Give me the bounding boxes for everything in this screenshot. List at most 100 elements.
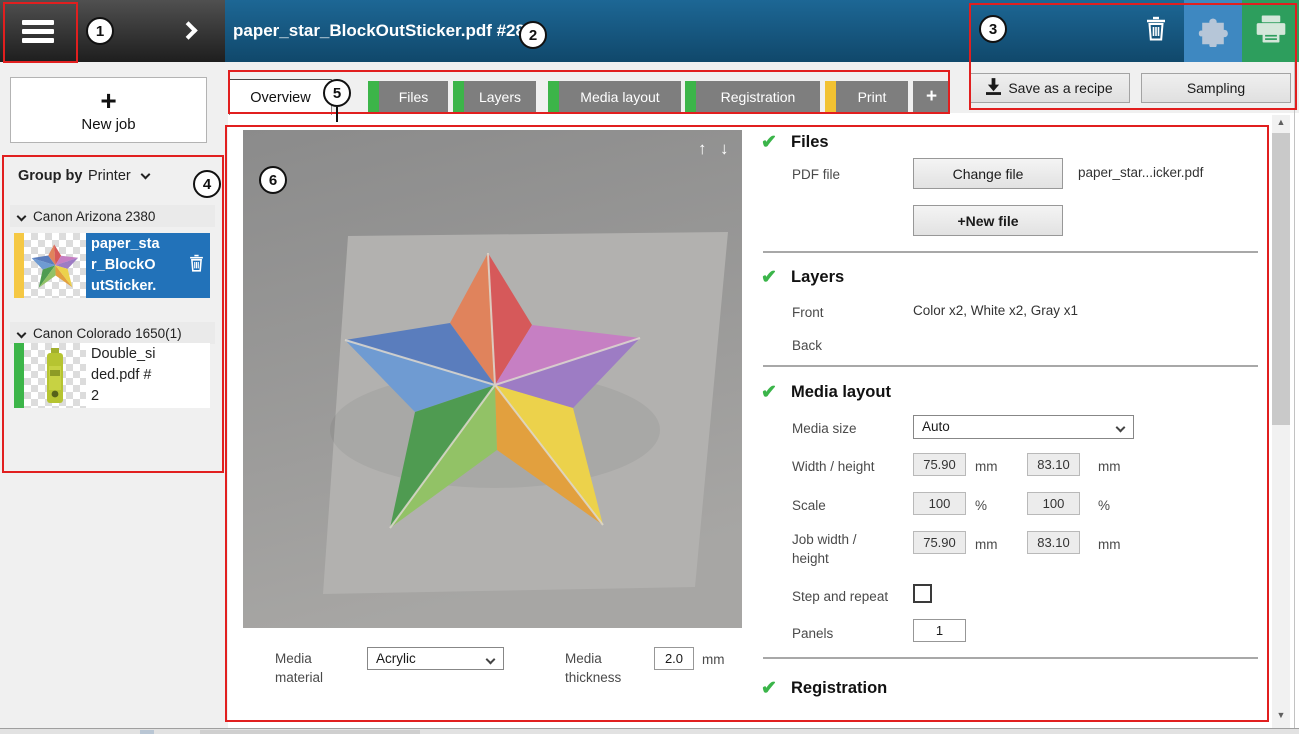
media-thickness-label: Media thickness bbox=[565, 649, 645, 687]
tab-overview[interactable]: Overview bbox=[229, 79, 332, 115]
job-width-unit: mm bbox=[975, 535, 998, 554]
annotation-circle-6: 6 bbox=[259, 166, 287, 194]
files-section-title: Files bbox=[791, 133, 829, 152]
check-icon: ✔ bbox=[761, 266, 777, 289]
plus-icon: + bbox=[100, 88, 116, 114]
height-unit: mm bbox=[1098, 457, 1121, 476]
tab-add[interactable]: + bbox=[913, 81, 950, 113]
job-name: paper_sta r_BlockO utSticker. bbox=[86, 233, 210, 298]
printer-icon bbox=[1254, 13, 1288, 50]
job-item[interactable]: Double_si ded.pdf # 2 bbox=[14, 343, 210, 408]
divider bbox=[763, 251, 1258, 253]
change-file-button[interactable]: Change file bbox=[913, 158, 1063, 189]
save-recipe-icon bbox=[986, 78, 1001, 98]
divider bbox=[763, 657, 1258, 659]
annotation-box-4 bbox=[2, 155, 224, 473]
job-item-selected[interactable]: paper_sta r_BlockO utSticker. bbox=[14, 233, 210, 298]
media-size-label: Media size bbox=[792, 419, 857, 438]
tab-layers[interactable]: Layers bbox=[453, 81, 536, 113]
bottle-thumbnail bbox=[43, 348, 67, 404]
group-by-dropdown[interactable]: Printer bbox=[88, 168, 149, 184]
registration-section-title: Registration bbox=[791, 679, 887, 698]
3d-preview[interactable]: ↑ ↓ bbox=[243, 130, 742, 628]
chevron-down-icon bbox=[1116, 423, 1126, 433]
job-width-input: 75.90 bbox=[913, 531, 966, 554]
media-thickness-unit: mm bbox=[702, 650, 725, 669]
status-indicator bbox=[685, 81, 696, 113]
job-title: paper_star_BlockOutSticker.pdf #28 bbox=[233, 0, 525, 62]
scrollbar-down-icon[interactable]: ▼ bbox=[1272, 710, 1290, 720]
pdf-file-label: PDF file bbox=[792, 165, 840, 184]
scale-x-input: 100 bbox=[913, 492, 966, 515]
printer-group-arizona[interactable]: Canon Arizona 2380 bbox=[10, 205, 215, 227]
scrollbar-up-icon[interactable]: ▲ bbox=[1272, 117, 1290, 127]
scale-label: Scale bbox=[792, 496, 826, 515]
panels-label: Panels bbox=[792, 624, 833, 643]
media-material-select[interactable]: Acrylic bbox=[367, 647, 504, 670]
collapse-sidebar-icon[interactable] bbox=[179, 21, 197, 39]
job-height-unit: mm bbox=[1098, 535, 1121, 554]
check-icon: ✔ bbox=[761, 131, 777, 154]
window-edge bbox=[1294, 62, 1295, 728]
star-render bbox=[243, 130, 742, 628]
print-button[interactable] bbox=[1242, 0, 1299, 62]
job-width-height-label: Job width / height bbox=[792, 530, 874, 568]
puzzle-icon bbox=[1195, 11, 1231, 52]
new-job-button[interactable]: + New job bbox=[10, 77, 207, 143]
job-status-bar bbox=[14, 233, 24, 298]
media-layout-section-title: Media layout bbox=[791, 383, 891, 402]
scrollbar-thumb[interactable] bbox=[1272, 133, 1290, 425]
width-input: 75.90 bbox=[913, 453, 966, 476]
trash-icon bbox=[1144, 15, 1168, 47]
job-height-input: 83.10 bbox=[1027, 531, 1080, 554]
annotation-circle-5: 5 bbox=[323, 79, 351, 107]
star-thumbnail bbox=[29, 240, 81, 292]
rotate-up-icon[interactable]: ↑ bbox=[698, 139, 707, 159]
step-repeat-checkbox[interactable] bbox=[913, 584, 932, 603]
check-icon: ✔ bbox=[761, 677, 777, 700]
tab-print[interactable]: Print bbox=[825, 81, 908, 113]
width-height-label: Width / height bbox=[792, 457, 875, 476]
menu-icon[interactable] bbox=[22, 20, 54, 44]
annotation-circle-2: 2 bbox=[519, 21, 547, 49]
group-by-label: Group by bbox=[18, 168, 82, 184]
status-indicator bbox=[825, 81, 836, 113]
sampling-button[interactable]: Sampling bbox=[1141, 73, 1291, 103]
front-value: Color x2, White x2, Gray x1 bbox=[913, 303, 1078, 318]
annotation-circle-3: 3 bbox=[979, 15, 1007, 43]
pdf-file-name: paper_star...icker.pdf bbox=[1078, 165, 1203, 180]
step-repeat-label: Step and repeat bbox=[792, 587, 888, 606]
new-file-button[interactable]: +New file bbox=[913, 205, 1063, 236]
job-status-bar bbox=[14, 343, 24, 408]
tab-files[interactable]: Files bbox=[368, 81, 448, 113]
media-material-label: Media material bbox=[275, 649, 345, 687]
chevron-down-icon bbox=[486, 655, 496, 665]
tab-media-layout[interactable]: Media layout bbox=[548, 81, 681, 113]
scale-x-unit: % bbox=[975, 496, 987, 515]
annotation-circle-1: 1 bbox=[86, 17, 114, 45]
scale-y-unit: % bbox=[1098, 496, 1110, 515]
delete-job-button[interactable] bbox=[1130, 0, 1182, 62]
annotation-tail-5 bbox=[336, 107, 338, 122]
back-label: Back bbox=[792, 336, 822, 355]
panels-input[interactable]: 1 bbox=[913, 619, 966, 642]
status-indicator bbox=[453, 81, 464, 113]
clipped-bottom-row bbox=[0, 728, 1299, 734]
media-size-select[interactable]: Auto bbox=[913, 415, 1134, 439]
front-label: Front bbox=[792, 303, 824, 322]
layers-section-title: Layers bbox=[791, 268, 844, 287]
annotation-circle-4: 4 bbox=[193, 170, 221, 198]
delete-job-icon[interactable] bbox=[188, 253, 205, 280]
chevron-down-icon bbox=[17, 328, 27, 338]
media-thickness-input[interactable]: 2.0 bbox=[654, 647, 694, 670]
save-as-recipe-button[interactable]: Save as a recipe bbox=[969, 73, 1130, 103]
job-thumbnail bbox=[24, 233, 86, 298]
width-unit: mm bbox=[975, 457, 998, 476]
tab-registration[interactable]: Registration bbox=[685, 81, 820, 113]
status-indicator bbox=[368, 81, 379, 113]
scale-y-input: 100 bbox=[1027, 492, 1080, 515]
printer-group-colorado[interactable]: Canon Colorado 1650(1) bbox=[10, 322, 215, 344]
chevron-down-icon bbox=[140, 170, 150, 180]
rotate-down-icon[interactable]: ↓ bbox=[720, 139, 729, 159]
plugin-mode-button[interactable] bbox=[1184, 0, 1242, 62]
